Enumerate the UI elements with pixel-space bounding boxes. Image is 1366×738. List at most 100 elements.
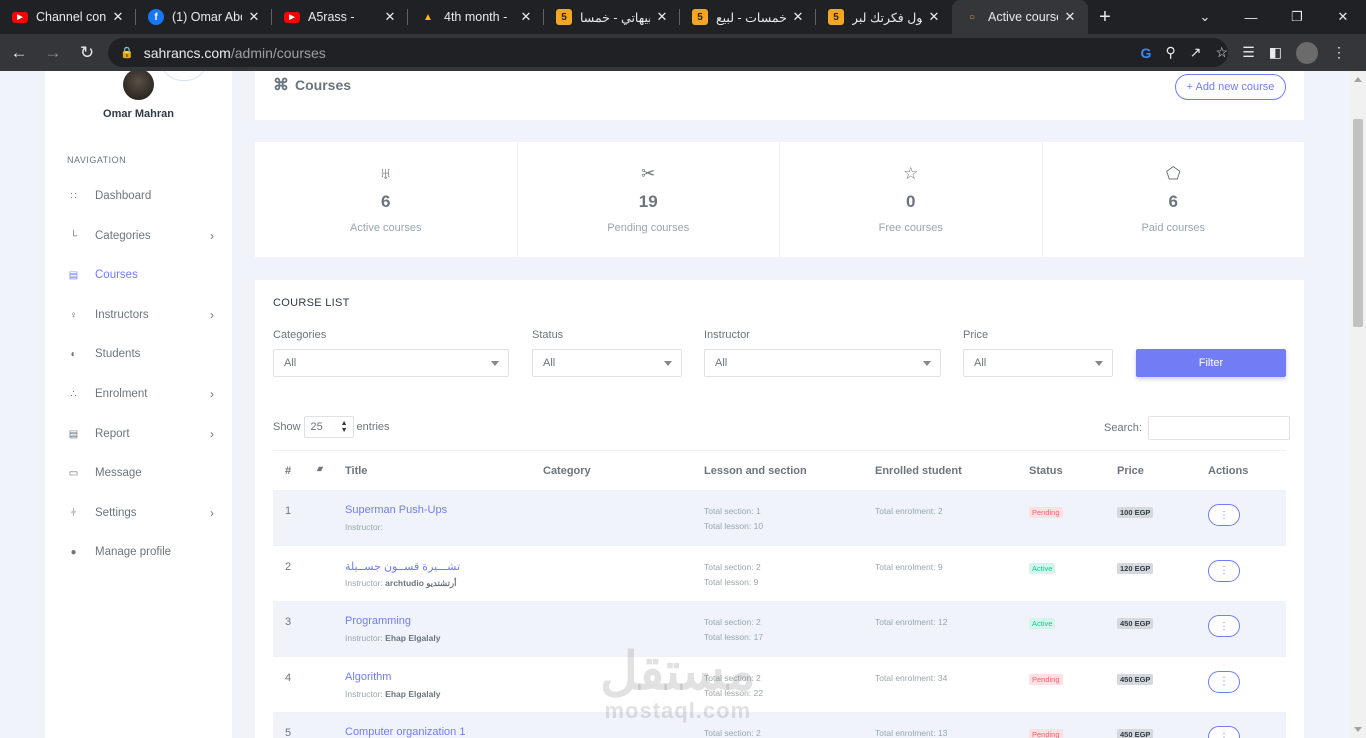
browser-tab[interactable]: 5 خمسات - لبيع ✕ (680, 0, 816, 34)
close-window-icon[interactable]: ✕ (1320, 0, 1366, 34)
course-title-link[interactable]: Programming (345, 615, 411, 627)
menu-icon[interactable]: ⋮ (1332, 44, 1346, 61)
sidepanel-icon[interactable]: ◧ (1269, 44, 1282, 61)
browser-tab[interactable]: ▶ A5rass - ✕ (272, 0, 408, 34)
add-course-button[interactable]: + Add new course (1175, 74, 1286, 100)
sidebar-item-courses[interactable]: ▤ Courses (67, 265, 217, 285)
instructor-name: Ehap Elgalaly (385, 633, 441, 643)
new-tab-button[interactable]: + (1088, 0, 1122, 34)
avatar[interactable] (123, 71, 154, 100)
column-header-number[interactable]: # (285, 465, 291, 477)
status-badge: Pending (1029, 507, 1063, 518)
column-header-actions[interactable]: Actions (1208, 465, 1248, 477)
browser-tab[interactable]: ▲ 4th month - ✕ (408, 0, 544, 34)
status-select[interactable]: All (532, 349, 682, 377)
actions-button[interactable]: ⋮ (1208, 615, 1240, 637)
course-title-link[interactable]: Computer organization 1 (345, 726, 465, 738)
link-icon: ♅ (379, 164, 393, 183)
column-header-category[interactable]: Category (543, 465, 591, 477)
course-title-link[interactable]: تشـــيرة قســون جســيلة (345, 560, 460, 573)
sidebar-item-message[interactable]: ▭ Message (67, 463, 217, 483)
sidebar-item-students[interactable]: ◐ Students (67, 344, 217, 364)
browser-tab-title: Channel cont (36, 10, 106, 24)
total-lessons: Total lesson: 17 (704, 632, 764, 642)
sidebar-item-manage-profile[interactable]: ● Manage profile (67, 542, 217, 562)
actions-button[interactable]: ⋮ (1208, 726, 1240, 738)
course-title-link[interactable]: Algorithm (345, 671, 391, 683)
scroll-thumb[interactable] (1353, 119, 1363, 327)
categories-select[interactable]: All (273, 349, 509, 377)
tag-icon: ⬠ (1165, 164, 1181, 183)
sidebar-item-instructors[interactable]: ♀ Instructors › (67, 305, 217, 325)
entries-select[interactable]: 25 ▲ ▼ (303, 416, 354, 438)
sidebar-item-settings[interactable]: ⫩ Settings › (67, 503, 217, 523)
sidebar-item-enrolment[interactable]: ∴ Enrolment › (67, 384, 217, 404)
reload-icon[interactable]: ↻ (72, 38, 102, 68)
actions-button[interactable]: ⋮ (1208, 559, 1240, 582)
close-icon[interactable]: ✕ (654, 9, 670, 25)
price-select[interactable]: All (963, 349, 1113, 377)
zoom-icon[interactable]: ⚲ (1165, 44, 1175, 61)
page-scrollbar[interactable] (1350, 71, 1366, 738)
instructor-select[interactable]: All (704, 349, 941, 377)
updown-icon: ▲ ▼ (340, 420, 348, 434)
person-icon: ♀ (69, 309, 78, 321)
chevron-down-icon (1095, 361, 1103, 366)
browser-tab[interactable]: f (1) Omar Abd ✕ (136, 0, 272, 34)
browser-tab-title: تنبيهاتي - خمسا (580, 10, 650, 25)
back-icon[interactable]: ← (4, 38, 34, 68)
minimize-icon[interactable]: — (1228, 0, 1274, 34)
total-sections: Total section: 2 (704, 728, 761, 738)
column-header-lesson-and-section[interactable]: Lesson and section (704, 465, 807, 477)
column-header-title[interactable]: Title (345, 465, 367, 477)
browser-tab-strip: ▶ Channel cont ✕ f (1) Omar Abd ✕ ▶ A5rass - ✕ ▲… (0, 0, 1366, 34)
course-title-link[interactable]: Superman Push-Ups (345, 504, 447, 516)
total-enrolment: Total enrolment: 34 (875, 672, 948, 683)
close-icon[interactable]: ✕ (926, 9, 942, 25)
sidebar-item-dashboard[interactable]: ∷ Dashboard (67, 186, 217, 206)
khamsat-icon: 5 (556, 9, 572, 25)
sort-icon[interactable]: ▴▾ (317, 464, 323, 473)
bookmark-star-icon[interactable]: ☆ (1215, 44, 1228, 61)
filter-button[interactable]: Filter (1136, 349, 1286, 377)
actions-button[interactable]: ⋮ (1208, 670, 1240, 693)
close-icon[interactable]: ✕ (790, 9, 806, 25)
sidebar: Omar Mahran NAVIGATION ∷ Dashboard └ Catego… (45, 71, 232, 738)
media-icon[interactable]: ☰ (1242, 44, 1255, 61)
instructor-label: Instructor: (345, 633, 383, 643)
address-bar[interactable]: 🔒 sahrancs.com/admin/courses (108, 38, 1228, 67)
column-header-enrolled-student[interactable]: Enrolled student (875, 465, 962, 477)
browser-profile-avatar[interactable] (1296, 41, 1318, 64)
course-instructor: Instructor: Ehap Elgalaly (345, 689, 440, 699)
scroll-up-icon[interactable] (1354, 77, 1362, 82)
instructor-name: Ehap Elgalaly (385, 688, 441, 699)
forward-icon[interactable]: → (38, 38, 68, 68)
browser-tab[interactable]: 5 تنبيهاتي - خمسا ✕ (544, 0, 680, 34)
categories-select-value: All (284, 357, 297, 369)
browser-tab[interactable]: ▶ Channel cont ✕ (0, 0, 136, 34)
close-icon[interactable]: ✕ (382, 9, 398, 25)
stat-label: Pending courses (607, 222, 690, 234)
sidebar-item-categories[interactable]: └ Categories › (67, 226, 217, 246)
close-icon[interactable]: ✕ (110, 9, 126, 25)
column-header-status[interactable]: Status (1029, 465, 1063, 477)
watermark-latin: mostaql.com (604, 698, 752, 723)
sidebar-item-report[interactable]: ▤ Report › (67, 424, 217, 444)
instructor-label: Instructor: (345, 688, 383, 699)
scroll-down-icon[interactable] (1354, 727, 1362, 732)
google-icon[interactable]: G (1141, 45, 1152, 61)
search-input[interactable] (1147, 416, 1290, 440)
close-icon[interactable]: ✕ (1062, 9, 1078, 25)
address-bar-actions: G ⚲ ↗ ☆ (1141, 38, 1228, 67)
share-icon[interactable]: ↗ (1190, 44, 1202, 61)
facebook-icon: f (148, 9, 164, 25)
browser-tab[interactable]: 5 احول فكرتك لبر ✕ (816, 0, 952, 34)
column-header-price[interactable]: Price (1117, 465, 1144, 477)
row-number: 5 (285, 727, 292, 738)
close-icon[interactable]: ✕ (518, 9, 534, 25)
maximize-icon[interactable]: ❐ (1274, 0, 1320, 34)
chevron-down-icon[interactable]: ⌄ (1182, 0, 1228, 34)
close-icon[interactable]: ✕ (246, 9, 262, 25)
actions-button[interactable]: ⋮ (1208, 504, 1240, 526)
browser-tab[interactable]: ○ Active courses ✕ (952, 0, 1088, 34)
